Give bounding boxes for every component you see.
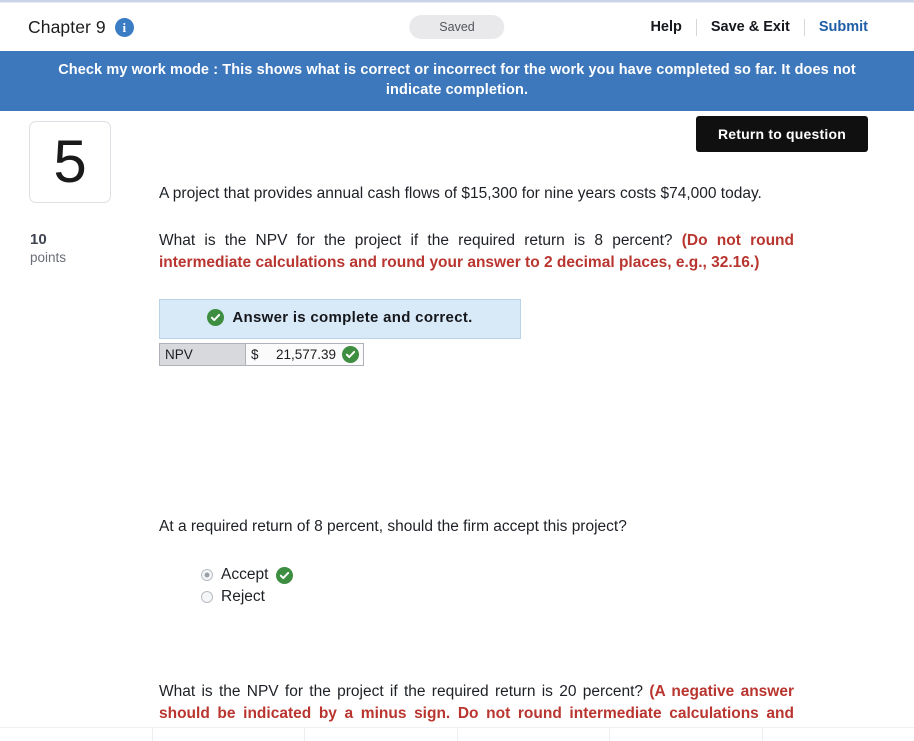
chapter-group: Chapter 9 i	[28, 17, 134, 38]
sub-question-block: At a required return of 8 percent, shoul…	[159, 516, 794, 606]
page-header: Chapter 9 i Saved Help Save & Exit Submi…	[0, 3, 914, 51]
footer-cell	[763, 728, 914, 741]
part-b-text: What is the NPV for the project if the r…	[159, 683, 650, 700]
radio-label: Accept	[221, 566, 269, 583]
answer-row-npv: NPV $ 21,577.39	[159, 342, 364, 366]
radio-group-accept-reject: Accept Reject	[159, 566, 794, 606]
save-and-exit-link[interactable]: Save & Exit	[697, 19, 804, 35]
footer-cell	[610, 728, 763, 741]
question-body: Return to question 5 10 points A project…	[0, 111, 914, 741]
question-number-box: 5	[29, 121, 111, 204]
check-circle-icon	[342, 345, 359, 363]
currency-symbol: $	[251, 346, 259, 362]
part-a-text: What is the NPV for the project if the r…	[159, 231, 682, 249]
answer-value-cell[interactable]: $ 21,577.39	[246, 343, 363, 365]
question-wrapper: 5 10 points A project that provides annu…	[0, 121, 914, 741]
points-value: 10	[30, 231, 47, 249]
radio-option-accept[interactable]: Accept	[201, 566, 794, 584]
info-icon[interactable]: i	[114, 17, 134, 37]
header-actions: Help Save & Exit Submit	[636, 18, 868, 36]
status-badge: Saved	[409, 14, 505, 40]
feedback-text: Answer is complete and correct.	[232, 308, 473, 326]
footer-cell	[0, 728, 153, 741]
submit-link[interactable]: Submit	[805, 19, 868, 35]
question-part-a: What is the NPV for the project if the r…	[159, 230, 794, 275]
check-circle-icon	[276, 566, 294, 584]
footer-cell	[153, 728, 305, 741]
feedback-inner: Answer is complete and correct.	[207, 308, 473, 326]
footer-cell	[458, 728, 610, 741]
return-to-question-button[interactable]: Return to question	[695, 116, 868, 153]
footer-strip	[0, 727, 914, 741]
question-number: 5	[53, 128, 87, 196]
radio-button-icon[interactable]	[201, 591, 213, 603]
answer-label: NPV	[160, 343, 246, 365]
help-link[interactable]: Help	[636, 19, 695, 35]
points-label: points	[30, 250, 67, 266]
question-content: A project that provides annual cash flow…	[159, 121, 914, 741]
question-prompt: A project that provides annual cash flow…	[159, 185, 762, 203]
feedback-box-part-a: Answer is complete and correct.	[159, 298, 521, 339]
sub-question-prompt: At a required return of 8 percent, shoul…	[159, 517, 627, 535]
footer-cell	[305, 728, 458, 741]
page-title: Chapter 9	[28, 16, 106, 37]
check-my-work-banner: Check my work mode : This shows what is …	[0, 51, 914, 112]
radio-option-reject[interactable]: Reject	[201, 588, 794, 606]
radio-label: Reject	[221, 588, 265, 605]
radio-button-icon[interactable]	[201, 569, 213, 581]
answer-amount: 21,577.39	[275, 346, 336, 362]
question-gutter: 5 10 points	[29, 121, 159, 741]
assignment-page: Chapter 9 i Saved Help Save & Exit Submi…	[0, 0, 914, 741]
check-circle-icon	[207, 308, 225, 326]
